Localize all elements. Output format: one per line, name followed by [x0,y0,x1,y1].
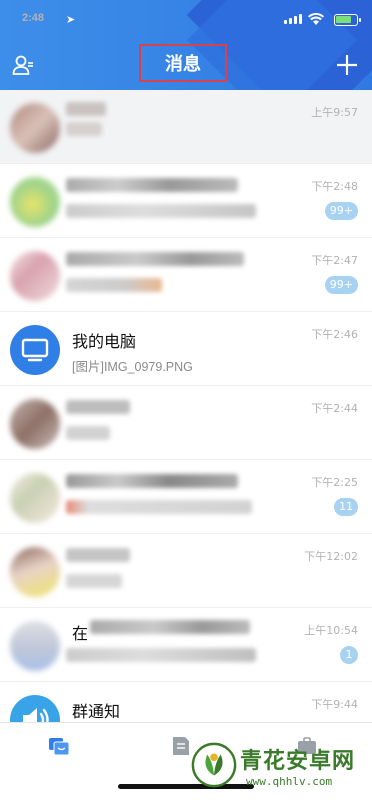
unread-badge: 99+ [324,202,358,220]
blurred-name [66,102,106,116]
watermark-url: www.qhhlv.com [246,775,333,788]
message-time: 下午9:44 [311,698,358,711]
battery-icon [334,14,361,26]
blurred-name [66,178,238,192]
blurred-name [66,252,244,266]
avatar [10,621,60,671]
conversation-row[interactable]: 下午12:02 [0,534,372,608]
blurred-name [90,620,250,634]
page-title: 消息 [139,44,227,82]
conversation-row[interactable]: 下午2:44 [0,386,372,460]
message-time: 下午2:44 [311,402,358,415]
blurred-preview [66,278,162,292]
message-time: 下午12:02 [304,550,358,563]
watermark-logo-icon [191,742,237,788]
conversation-row[interactable]: 下午2:47 99+ [0,238,372,312]
location-icon: ➤ [66,13,76,26]
avatar [10,547,60,597]
messages-tab-icon[interactable] [48,735,70,757]
avatar [10,473,60,523]
blurred-name [66,400,130,414]
conversation-row[interactable]: 我的电脑 [图片]IMG_0979.PNG 下午2:46 [0,312,372,386]
message-time: 上午9:57 [311,106,358,119]
blurred-preview [66,648,256,662]
conversation-row[interactable]: 下午2:25 11 [0,460,372,534]
blurred-preview [66,426,110,440]
blurred-preview [66,122,102,136]
computer-icon [21,338,49,362]
conversation-row[interactable]: 下午2:48 99+ [0,164,372,238]
wifi-icon [308,12,324,25]
conversation-list: 上午9:57 下午2:48 99+ 下午2:47 99+ 我的电脑 [图片]IM… [0,90,372,756]
unread-badge: 99+ [324,276,358,294]
watermark-text: 青花安卓网 [240,749,356,774]
message-preview: [图片]IMG_0979.PNG [72,360,193,374]
message-time: 下午2:46 [311,328,358,341]
conversation-row[interactable]: 在 上午10:54 1 [0,608,372,682]
message-time: 上午10:54 [304,624,358,637]
avatar [10,103,60,153]
conversation-name: 群通知 [72,702,121,721]
avatar [10,399,60,449]
contacts-icon[interactable] [12,54,34,76]
blurred-name [66,548,130,562]
conversation-name: 我的电脑 [72,332,137,351]
avatar [10,177,60,227]
message-time: 下午2:25 [311,476,358,489]
watermark: 青花安卓网 www.qhhlv.com [188,737,368,797]
conversation-row[interactable]: 上午9:57 [0,90,372,164]
conversation-name-initial: 在 [72,624,89,643]
blurred-preview [66,204,256,218]
message-time: 下午2:47 [311,254,358,267]
unread-badge: 11 [334,498,358,516]
status-bar: 2:48 ➤ [0,10,372,32]
blurred-preview [66,500,252,514]
message-time: 下午2:48 [311,180,358,193]
avatar [10,325,60,375]
page-title-text: 消息 [165,54,201,75]
unread-badge: 1 [340,646,358,664]
app-header: 2:48 ➤ 消息 [0,0,372,90]
avatar [10,251,60,301]
signal-icon [284,14,302,24]
blurred-preview [66,574,122,588]
add-icon[interactable] [336,54,358,76]
blurred-name [66,474,238,488]
